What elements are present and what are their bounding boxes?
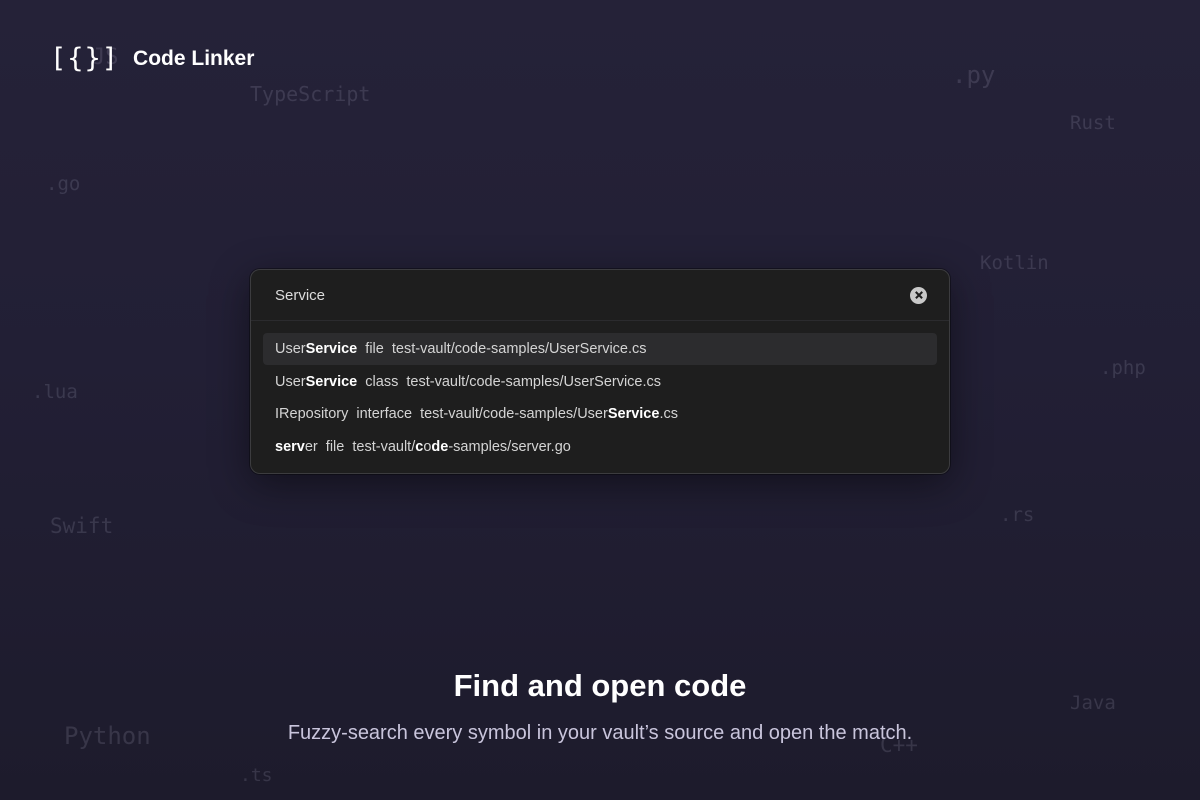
result-match-highlight: e [440,438,449,455]
brand-name: Code Linker [133,46,255,70]
result-match-highlight: Service [305,373,358,390]
background-word: .go [46,173,81,195]
page-title: Find and open code [453,668,747,703]
clear-search-icon[interactable] [910,286,927,304]
background-word: .php [1100,357,1146,379]
background-word: Kotlin [980,252,1049,274]
brand: [{}] Code Linker [50,43,254,74]
braces-logo-icon: [{}] [50,43,120,74]
result-text: o [423,438,432,455]
background-word: .lua [32,381,78,403]
search-row [251,270,949,321]
result-item[interactable]: User Service file test-vault/code-samples… [263,333,937,365]
result-item[interactable]: User Service class test-vault/code-sample… [263,366,937,398]
result-text: User [275,341,306,357]
search-input[interactable] [275,286,910,304]
background-word: Swift [50,514,114,538]
results-list: User Service file test-vault/code-samples… [251,321,949,463]
background-word: .rs [1000,504,1035,526]
result-text: file test-vault/code-samples/UserService… [357,341,647,357]
result-item[interactable]: serv er file test-vault/c o d e -samples/serv… [263,431,937,463]
result-text: class test-vault/code-samples/UserServic… [357,373,662,390]
result-text: IRepository interface test-vault/code-sa… [275,406,608,423]
result-match-highlight: d [431,438,441,455]
background-word: TypeScript [250,82,371,106]
result-text: -samples/server.go [448,438,571,455]
result-text: .cs [659,406,678,423]
result-match-highlight: Service [305,341,358,357]
background-word: Rust [1070,112,1116,134]
result-item[interactable]: IRepository interface test-vault/code-sa… [263,398,937,430]
result-text: User [275,373,306,390]
background-word: .py [952,61,996,89]
search-modal: UserService file test-vault/code-samples… [250,269,950,474]
result-match-highlight: c [415,438,424,455]
result-match-highlight: serv [275,438,305,455]
page-subtitle: Fuzzy-search every symbol in your vault’… [287,722,913,744]
result-match-highlight: Service [607,406,660,423]
result-text: er file test-vault/ [304,438,416,455]
background-word: .ts [240,765,273,786]
